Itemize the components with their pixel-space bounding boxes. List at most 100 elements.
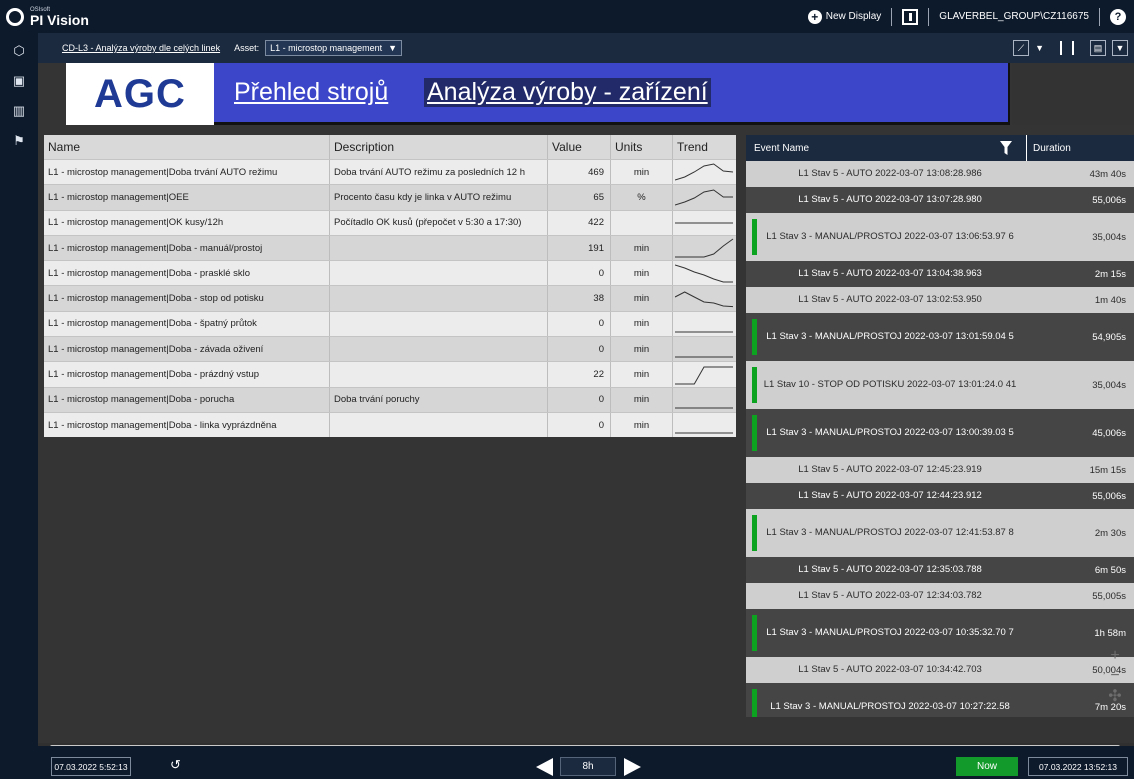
event-name: L1 Stav 3 - MANUAL/PROSTOJ 2022-03-07 13… (766, 427, 1014, 439)
symbols-icon[interactable]: ▣ (0, 69, 38, 93)
event-duration: 55,005s (1092, 590, 1126, 602)
event-row[interactable]: L1 Stav 5 - AUTO 2022-03-07 13:07:28.980… (746, 187, 1134, 213)
event-duration: 54,905s (1092, 331, 1126, 343)
table-row[interactable]: L1 - microstop management|Doba - závada … (44, 336, 736, 362)
save-icon[interactable]: ▤ (1090, 40, 1106, 56)
brand-title[interactable]: PI Vision (30, 13, 89, 27)
header-name[interactable]: Name (44, 135, 330, 159)
event-row[interactable]: L1 Stav 5 - AUTO 2022-03-07 13:04:38.963… (746, 261, 1134, 287)
sparkline (674, 264, 733, 283)
help-icon[interactable]: ? (1110, 8, 1126, 25)
back-arrow-icon[interactable] (536, 758, 553, 776)
cube-icon[interactable]: ⬡ (0, 39, 38, 63)
event-row[interactable]: L1 Stav 5 - AUTO 2022-03-07 12:44:23.912… (746, 483, 1134, 509)
event-row[interactable]: L1 Stav 3 - MANUAL/PROSTOJ 2022-03-07 12… (746, 509, 1134, 557)
event-duration: 43m 40s (1089, 168, 1126, 180)
asset-select[interactable]: L1 - microstop management ▼ (265, 40, 403, 56)
cell-trend[interactable] (673, 185, 736, 209)
columns-icon[interactable] (1060, 41, 1074, 55)
library-icon[interactable]: ▥ (0, 99, 38, 123)
machine-overview-link[interactable]: Přehled strojů (234, 78, 388, 107)
event-duration: 2m 30s (1094, 527, 1126, 539)
event-row[interactable]: L1 Stav 5 - AUTO 2022-03-07 13:02:53.950… (746, 287, 1134, 313)
event-row[interactable]: L1 Stav 3 - MANUAL/PROSTOJ 2022-03-07 13… (746, 409, 1134, 457)
cell-trend[interactable] (673, 362, 736, 386)
zoom-in-icon[interactable]: + (1106, 647, 1124, 665)
event-row[interactable]: L1 Stav 5 - AUTO 2022-03-07 12:34:03.782… (746, 583, 1134, 609)
new-display-button[interactable]: + New Display (807, 9, 881, 24)
table-row[interactable]: L1 - microstop management|Doba - manuál/… (44, 234, 736, 261)
cell-name: L1 - microstop management|Doba - špatný … (44, 311, 330, 337)
cell-trend[interactable] (673, 261, 736, 285)
event-row[interactable]: L1 Stav 5 - AUTO 2022-03-07 12:45:23.919… (746, 457, 1134, 483)
header-units[interactable]: Units (611, 135, 673, 159)
cell-description (330, 362, 548, 387)
cell-trend[interactable] (673, 312, 736, 336)
table-row[interactable]: L1 - microstop management|Doba trvání AU… (44, 159, 736, 185)
forward-arrow-icon[interactable] (624, 758, 641, 776)
display-tools: ⟋ ▼ ▤ ▼ (1013, 40, 1128, 56)
cell-name: L1 - microstop management|Doba - linka v… (44, 412, 330, 438)
revert-icon[interactable]: ↺ (170, 757, 181, 773)
cell-trend[interactable] (673, 337, 736, 361)
event-row[interactable]: L1 Stav 3 - MANUAL/PROSTOJ 2022-03-07 13… (746, 213, 1134, 261)
events-icon[interactable]: ⚑ (0, 129, 38, 153)
header-duration[interactable]: Duration (1026, 135, 1134, 161)
sparkline (674, 432, 733, 434)
user-name[interactable]: GLAVERBEL_GROUP\CZ116675 (939, 11, 1089, 22)
duration-input[interactable]: 8h (560, 757, 616, 776)
event-row[interactable]: L1 Stav 5 - AUTO 2022-03-07 10:34:42.703… (746, 657, 1134, 683)
header-trend[interactable]: Trend (673, 135, 736, 159)
cell-trend[interactable] (673, 236, 736, 260)
time-bar: 07.03.2022 5:52:13 ↺ 8h Now 07.03.2022 1… (38, 746, 1134, 779)
event-name: L1 Stav 5 - AUTO 2022-03-07 12:34:03.782 (798, 590, 982, 602)
table-row[interactable]: L1 - microstop management|Doba - prázdný… (44, 361, 736, 387)
zoom-out-icon[interactable]: − (1106, 667, 1124, 685)
cell-value: 191 (548, 235, 611, 261)
event-name: L1 Stav 3 - MANUAL/PROSTOJ 2022-03-07 10… (770, 701, 1010, 713)
production-analysis-link[interactable]: Analýza výroby - zařízení (424, 78, 711, 107)
cell-trend[interactable] (673, 160, 736, 184)
event-row[interactable]: L1 Stav 3 - MANUAL/PROSTOJ 2022-03-07 13… (746, 313, 1134, 361)
header-event-name[interactable]: Event Name (746, 135, 1026, 161)
pi-logo-icon[interactable] (6, 7, 24, 26)
event-row[interactable]: L1 Stav 10 - STOP OD POTISKU 2022-03-07 … (746, 361, 1134, 409)
cell-description: Doba trvání poruchy (330, 387, 548, 412)
chevron-down-icon[interactable]: ▼ (1035, 43, 1044, 53)
kiosk-mode-icon[interactable] (902, 8, 919, 25)
event-row[interactable]: L1 Stav 5 - AUTO 2022-03-07 13:08:28.986… (746, 161, 1134, 187)
event-duration: 35,004s (1092, 231, 1126, 243)
table-row[interactable]: L1 - microstop management|OK kusy/12h Poč… (44, 209, 736, 235)
event-name: L1 Stav 5 - AUTO 2022-03-07 10:34:42.703 (798, 664, 982, 676)
header-description[interactable]: Description (330, 135, 548, 159)
table-row[interactable]: L1 - microstop management|Doba - stop od… (44, 285, 736, 311)
fit-icon[interactable]: ✣ (1106, 687, 1124, 705)
cell-description (330, 412, 548, 438)
cell-trend[interactable] (673, 286, 736, 310)
trend-icon[interactable]: ⟋ (1013, 40, 1030, 56)
filter-icon[interactable] (1000, 141, 1012, 155)
chevron-down-icon[interactable]: ▼ (1112, 40, 1128, 56)
cell-trend[interactable] (673, 388, 736, 412)
event-row[interactable]: L1 Stav 3 - MANUAL/PROSTOJ 2022-03-07 10… (746, 609, 1134, 657)
event-name: L1 Stav 5 - AUTO 2022-03-07 13:04:38.963 (798, 268, 982, 280)
header-value[interactable]: Value (548, 135, 611, 159)
end-time[interactable]: 07.03.2022 13:52:13 (1028, 757, 1128, 776)
display-canvas: AGC Přehled strojů Analýza výroby - zaří… (38, 63, 1134, 751)
event-row[interactable]: L1 Stav 3 - MANUAL/PROSTOJ 2022-03-07 10… (746, 683, 1134, 717)
table-row[interactable]: L1 - microstop management|Doba - porucha… (44, 386, 736, 412)
cell-trend[interactable] (673, 413, 736, 437)
table-row[interactable]: L1 - microstop management|Doba - prasklé… (44, 260, 736, 286)
now-button[interactable]: Now (956, 757, 1018, 776)
breadcrumb[interactable]: CD-L3 - Analýza výroby dle celých linek (62, 43, 220, 53)
table-row[interactable]: L1 - microstop management|Doba - špatný … (44, 310, 736, 337)
cell-value: 65 (548, 185, 611, 210)
event-row[interactable]: L1 Stav 5 - AUTO 2022-03-07 12:35:03.788… (746, 557, 1134, 583)
cell-value: 0 (548, 387, 611, 412)
cell-trend[interactable] (673, 211, 736, 235)
cell-units: min (611, 362, 673, 387)
start-time[interactable]: 07.03.2022 5:52:13 (51, 757, 131, 776)
table-row[interactable]: L1 - microstop management|OEE Procento ča… (44, 184, 736, 210)
top-right-actions: + New Display GLAVERBEL_GROUP\CZ116675 ? (807, 0, 1126, 33)
table-row[interactable]: L1 - microstop management|Doba - linka v… (44, 411, 736, 438)
